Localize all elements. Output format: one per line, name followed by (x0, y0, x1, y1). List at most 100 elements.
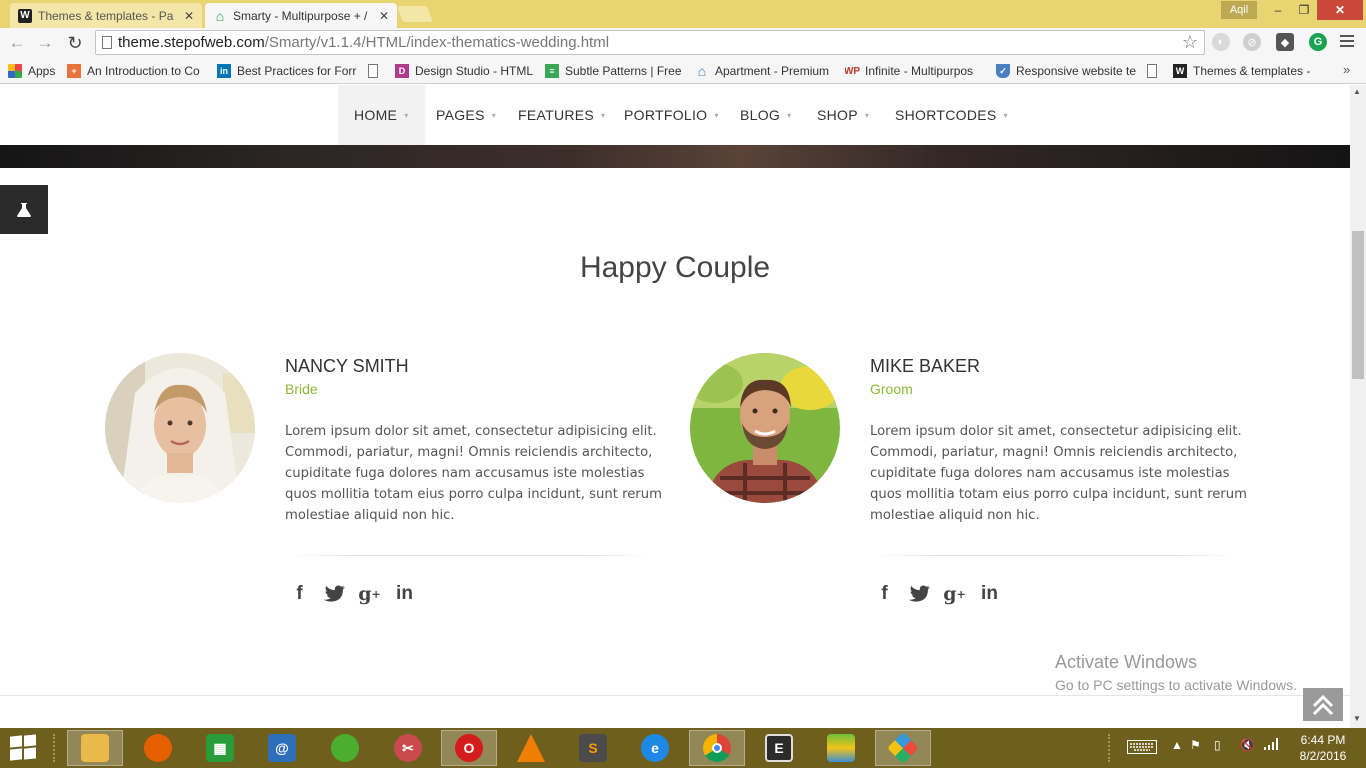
bookmark-item[interactable]: + An Introduction to Co (67, 62, 207, 80)
grammarly-icon[interactable]: G (1309, 33, 1327, 51)
wp-icon: WP (845, 65, 861, 77)
windows-taskbar: ▦ @ ✂ O S e E ▲ ⚑ ▯ 🔇 6:44 PM 8/2/2016 (0, 728, 1366, 768)
tab-smarty[interactable]: ⌂ Smarty - Multipurpose + / ✕ (205, 3, 397, 28)
menu-icon[interactable] (1340, 35, 1354, 49)
app-taskbar-button[interactable] (317, 730, 373, 766)
reload-icon[interactable]: ↻ (64, 32, 86, 54)
new-tab-button[interactable] (397, 6, 433, 22)
google-plus-icon[interactable]: g + (352, 582, 387, 606)
bookmark-item[interactable]: ✓ Responsive website te (996, 62, 1136, 80)
windows-start-button[interactable] (10, 734, 38, 761)
pattern-icon: ≡ (545, 64, 559, 78)
caret-down-icon: ▾ (491, 110, 497, 120)
nav-shortcodes[interactable]: SHORTCODES ▾ (895, 85, 1008, 145)
twitter-icon[interactable] (317, 582, 352, 606)
tab-title: Themes & templates - Pa (38, 8, 174, 23)
scroll-to-top-button[interactable] (1303, 688, 1343, 721)
forward-arrow-icon[interactable]: → (34, 32, 56, 54)
caret-down-icon: ▾ (714, 110, 719, 120)
firefox-taskbar-button[interactable] (130, 730, 186, 766)
app-e-taskbar-button[interactable]: E (751, 730, 807, 766)
divider (875, 555, 1235, 556)
bookmark-item[interactable]: in Best Practices for Forr (217, 62, 357, 80)
main-navigation: HOME ▾ PAGES ▾ FEATURES ▾ PORTFOLIO ▾ BLOG ▾ … (0, 85, 1350, 145)
caret-down-icon: ▾ (787, 110, 792, 120)
bookmark-label: Responsive website te (1016, 64, 1136, 78)
vlc-taskbar-button[interactable] (503, 730, 559, 766)
shield-icon: ✓ (996, 64, 1010, 78)
flag-icon[interactable]: ⚑ (1190, 738, 1201, 752)
nav-pages[interactable]: PAGES ▾ (436, 85, 496, 145)
linkedin-icon[interactable]: in (972, 582, 1007, 606)
nav-shop[interactable]: SHOP ▾ (817, 85, 869, 145)
bookmark-item[interactable]: ≡ Subtle Patterns | Free (545, 62, 683, 80)
activate-windows-title: Activate Windows (1055, 652, 1198, 672)
monitor-icon: @ (268, 734, 296, 762)
nav-label: PAGES (436, 107, 485, 123)
caret-down-icon: ▾ (1003, 110, 1008, 120)
bookmark-label: Best Practices for Forr (237, 64, 357, 78)
bookmark-apps[interactable]: Apps (8, 62, 60, 80)
close-window-button[interactable]: ✕ (1317, 0, 1363, 20)
bookmark-item[interactable]: WP Infinite - Multipurpos (845, 62, 985, 80)
bookmarks-overflow-icon[interactable]: » (1343, 62, 1350, 77)
tab-themes-templates[interactable]: W Themes & templates - Pa ✕ (10, 3, 202, 28)
style-switcher-button[interactable] (0, 185, 48, 234)
nav-features[interactable]: FEATURES ▾ (518, 85, 605, 145)
tab-close-icon[interactable]: ✕ (379, 9, 389, 23)
tab-close-icon[interactable]: ✕ (184, 9, 194, 23)
maximize-button[interactable]: ❐ (1291, 0, 1317, 20)
scroll-down-icon[interactable]: ▼ (1353, 714, 1361, 723)
internet-explorer-taskbar-button[interactable]: e (627, 730, 683, 766)
extension-icon[interactable]: ⊘ (1243, 33, 1261, 51)
store-taskbar-button[interactable]: ▦ (192, 730, 248, 766)
extension-icon[interactable]: ◆ (1276, 33, 1294, 51)
nav-portfolio[interactable]: PORTFOLIO ▾ (624, 85, 719, 145)
hero-image-strip (0, 145, 1350, 168)
nav-blog[interactable]: BLOG ▾ (740, 85, 791, 145)
address-bar[interactable]: theme.stepofweb.com/Smarty/v1.1.4/HTML/i… (95, 30, 1205, 55)
volume-muted-icon[interactable]: 🔇 (1240, 738, 1255, 752)
chrome-taskbar-button[interactable] (689, 730, 745, 766)
extension-icon[interactable]: ◐ (1212, 33, 1230, 51)
system-clock[interactable]: 6:44 PM 8/2/2016 (1290, 732, 1356, 764)
keyboard-icon[interactable] (1127, 740, 1157, 757)
twitter-icon[interactable] (902, 582, 937, 606)
opera-taskbar-button[interactable]: O (441, 730, 497, 766)
facebook-icon[interactable]: f (867, 582, 902, 606)
bookmark-item[interactable]: ⌂ Apartment - Premium (695, 62, 835, 80)
network-signal-icon[interactable] (1264, 738, 1280, 753)
google-plus-icon[interactable]: g + (937, 582, 972, 606)
bookmark-label: An Introduction to Co (87, 64, 200, 78)
facebook-icon[interactable]: f (282, 582, 317, 606)
bride-social-links: f g + in (282, 582, 422, 606)
bookmark-label: Themes & templates - (1193, 64, 1311, 78)
scrollbar-thumb[interactable] (1352, 231, 1364, 379)
remote-desktop-taskbar-button[interactable]: @ (254, 730, 310, 766)
bookmark-item[interactable] (1147, 62, 1167, 80)
bookmark-item[interactable]: W Themes & templates - (1173, 62, 1313, 80)
snipping-tool-taskbar-button[interactable]: ✂ (380, 730, 436, 766)
app-diamond-taskbar-button[interactable] (875, 730, 931, 766)
bookmark-item[interactable] (368, 62, 388, 80)
show-hidden-icons-icon[interactable]: ▲ (1171, 738, 1183, 752)
bookmark-star-icon[interactable]: ☆ (1182, 32, 1198, 53)
minimize-button[interactable]: – (1265, 0, 1291, 20)
linkedin-icon[interactable]: in (387, 582, 422, 606)
sublime-taskbar-button[interactable]: S (565, 730, 621, 766)
nav-home[interactable]: HOME ▾ (338, 85, 425, 145)
home-icon: ⌂ (697, 63, 707, 79)
page-scrollbar[interactable]: ▲ ▼ (1350, 85, 1366, 728)
scroll-up-icon[interactable]: ▲ (1353, 87, 1361, 96)
file-explorer-taskbar-button[interactable] (67, 730, 123, 766)
firefox-icon (144, 734, 172, 762)
battery-icon[interactable]: ▯ (1214, 738, 1221, 752)
e-icon: E (765, 734, 793, 762)
profile-badge[interactable]: Aqil (1221, 1, 1257, 19)
bookmark-item[interactable]: D Design Studio - HTML (395, 62, 535, 80)
clock-date: 8/2/2016 (1299, 749, 1347, 763)
opera-icon: O (455, 734, 483, 762)
bookmark-label: Design Studio - HTML (415, 64, 534, 78)
back-arrow-icon[interactable]: ← (6, 32, 28, 54)
bluestacks-taskbar-button[interactable] (813, 730, 869, 766)
